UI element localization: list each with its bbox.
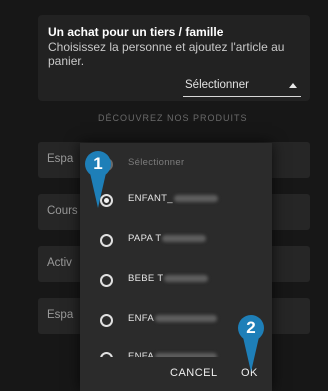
redacted-text: [173, 194, 218, 202]
option-papa[interactable]: PAPA T: [80, 223, 272, 257]
option-label: ENFA: [128, 313, 218, 324]
third-party-purchase-card: Un achat pour un tiers / famille Choisis…: [38, 15, 310, 101]
caret-up-icon: [289, 83, 297, 88]
background-tile-label: Espa: [47, 309, 74, 321]
card-description: Choisissez la personne et ajoutez l'arti…: [48, 40, 285, 68]
option-bebe[interactable]: BEBE T: [80, 263, 272, 297]
card-title: Un achat pour un tiers / famille: [48, 25, 224, 39]
option-label: PAPA T: [128, 233, 207, 244]
radio-icon: [100, 234, 113, 247]
step-marker-number: 1: [93, 154, 103, 173]
radio-icon: [100, 314, 113, 327]
option-label: ENFANT_: [128, 193, 218, 204]
step-marker-1: 1: [84, 150, 112, 208]
option-label: BEBE T: [128, 273, 209, 284]
redacted-text: [164, 274, 209, 282]
redacted-text: [162, 234, 207, 242]
person-select[interactable]: Sélectionner: [183, 76, 301, 97]
option-label: Sélectionner: [128, 157, 185, 168]
background-tile-label: Cours: [47, 205, 78, 217]
cancel-button[interactable]: CANCEL: [170, 367, 218, 379]
step-marker-number: 2: [246, 318, 256, 337]
redacted-text: [155, 314, 218, 322]
step-marker-2: 2: [237, 314, 265, 372]
section-heading: DÉCOUVREZ NOS PRODUITS: [98, 113, 248, 123]
radio-icon: [100, 274, 113, 287]
background-tile-label: Activ: [47, 257, 72, 269]
person-select-value: Sélectionner: [185, 79, 249, 91]
background-tile-label: Espa: [47, 153, 74, 165]
